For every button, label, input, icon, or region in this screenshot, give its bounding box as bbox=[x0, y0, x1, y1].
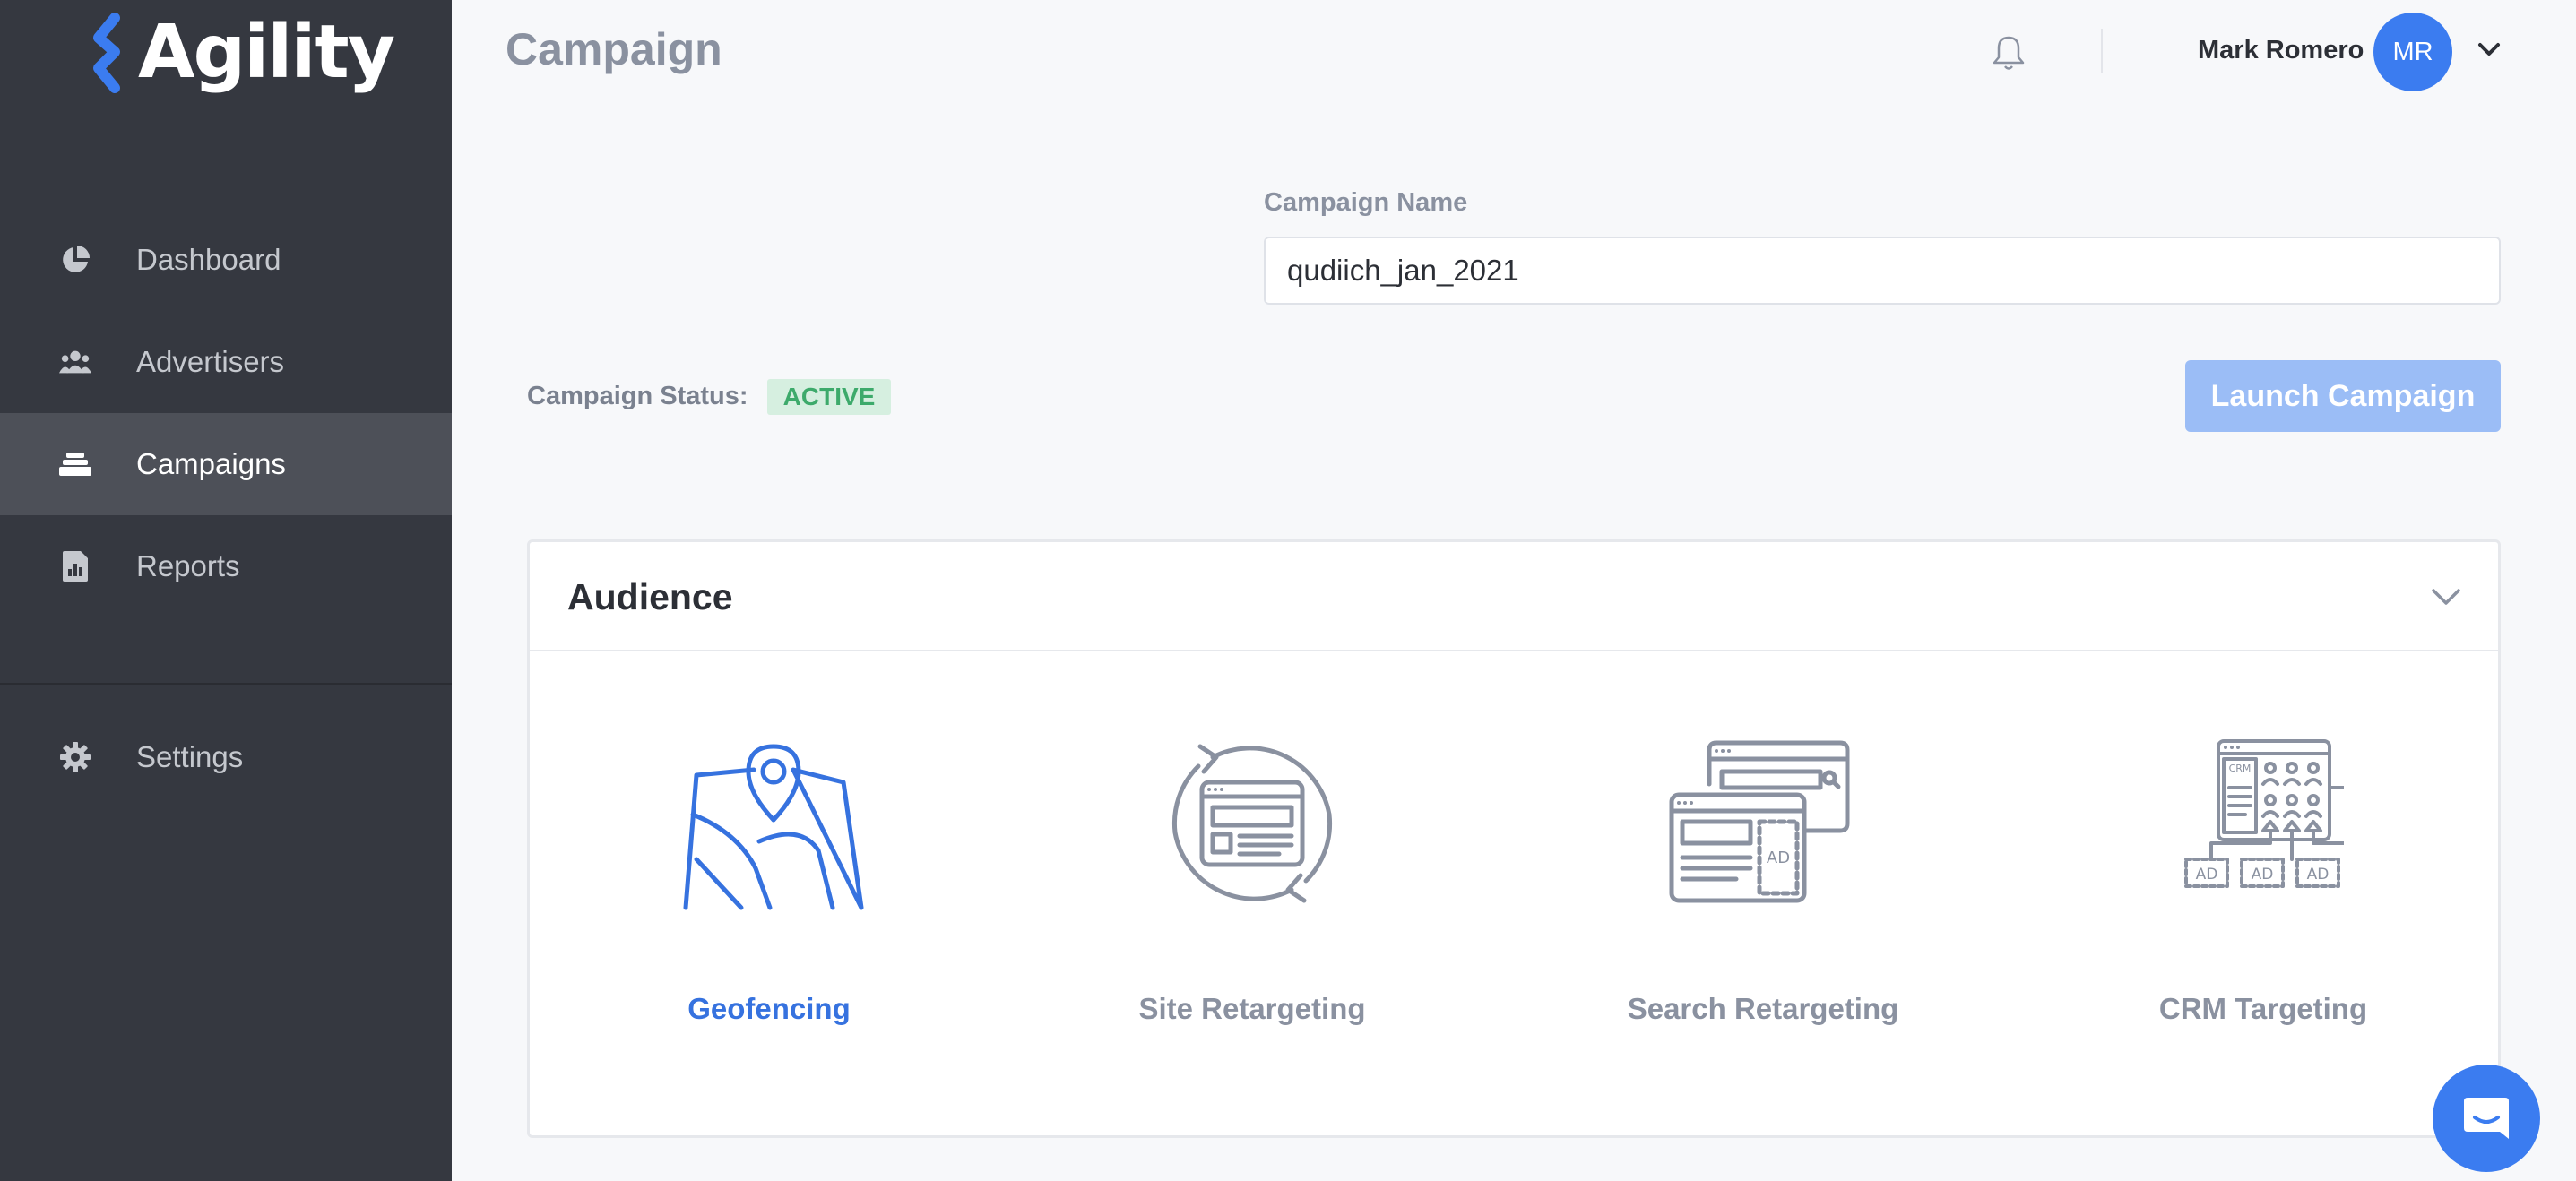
pie-chart-icon bbox=[59, 244, 91, 276]
launch-campaign-button[interactable]: Launch Campaign bbox=[2185, 360, 2501, 432]
ad-label: AD bbox=[2252, 866, 2274, 884]
audience-option-label: CRM Targeting bbox=[2158, 992, 2368, 1025]
header-divider bbox=[2101, 29, 2103, 73]
stack-icon bbox=[59, 448, 91, 480]
sidebar-item-campaigns[interactable]: Campaigns bbox=[0, 413, 452, 515]
audience-option-label: Geofencing bbox=[687, 992, 851, 1025]
avatar[interactable]: MR bbox=[2373, 13, 2452, 91]
campaign-name-input[interactable] bbox=[1264, 237, 2501, 305]
ad-label: AD bbox=[1767, 849, 1790, 867]
gear-icon bbox=[59, 741, 91, 773]
chevron-down-icon[interactable] bbox=[2476, 39, 2503, 61]
campaign-name-label: Campaign Name bbox=[1264, 188, 1468, 217]
sidebar: Agility Dashboard Advertisers Campaigns … bbox=[0, 0, 452, 1181]
sidebar-item-reports[interactable]: Reports bbox=[0, 515, 452, 617]
chat-launcher-button[interactable] bbox=[2433, 1065, 2540, 1172]
status-badge: ACTIVE bbox=[767, 379, 891, 415]
app-name: Agility bbox=[138, 10, 395, 95]
page-title: Campaign bbox=[506, 24, 722, 74]
sidebar-item-advertisers[interactable]: Advertisers bbox=[0, 311, 452, 413]
site-retargeting-icon bbox=[1171, 744, 1333, 903]
app-logo[interactable]: Agility bbox=[79, 10, 395, 95]
sidebar-divider bbox=[0, 683, 452, 685]
campaign-status-label: Campaign Status: bbox=[527, 382, 748, 410]
ad-label: AD bbox=[2307, 866, 2330, 884]
users-icon bbox=[59, 346, 91, 378]
user-name[interactable]: Mark Romero bbox=[2198, 36, 2364, 65]
audience-title: Audience bbox=[567, 576, 733, 617]
sidebar-item-label: Campaigns bbox=[136, 447, 286, 480]
audience-option-crm-targeting[interactable]: CRM AD AD AD CRM Targeting bbox=[2084, 734, 2442, 1074]
audience-option-search-retargeting[interactable]: AD Search Retargeting bbox=[1584, 734, 1942, 1074]
bell-icon[interactable] bbox=[1988, 32, 2029, 73]
audience-card-header[interactable]: Audience bbox=[530, 542, 2498, 651]
chat-icon bbox=[2464, 1098, 2509, 1139]
report-icon bbox=[59, 550, 91, 582]
sidebar-item-label: Settings bbox=[136, 740, 244, 773]
sidebar-item-label: Reports bbox=[136, 549, 240, 582]
audience-option-site-retargeting[interactable]: Site Retargeting bbox=[1073, 734, 1431, 1074]
sidebar-item-label: Dashboard bbox=[136, 243, 281, 276]
map-pin-icon bbox=[683, 744, 864, 910]
crm-label: CRM bbox=[2229, 763, 2252, 774]
sidebar-item-label: Advertisers bbox=[136, 345, 285, 378]
chevron-down-icon[interactable] bbox=[2430, 583, 2462, 608]
audience-option-geofencing[interactable]: Geofencing bbox=[590, 734, 948, 1074]
audience-option-label: Site Retargeting bbox=[1138, 992, 1366, 1025]
logo-mark-icon bbox=[93, 13, 120, 93]
crm-targeting-icon: CRM AD AD AD bbox=[2184, 739, 2344, 888]
sidebar-item-settings[interactable]: Settings bbox=[0, 706, 452, 808]
search-retargeting-icon: AD bbox=[1669, 740, 1850, 903]
ad-label: AD bbox=[2196, 866, 2218, 884]
sidebar-item-dashboard[interactable]: Dashboard bbox=[0, 209, 452, 311]
audience-card: Audience Geofencing Site Retargeting AD … bbox=[527, 539, 2501, 1138]
audience-option-label: Search Retargeting bbox=[1627, 992, 1899, 1025]
